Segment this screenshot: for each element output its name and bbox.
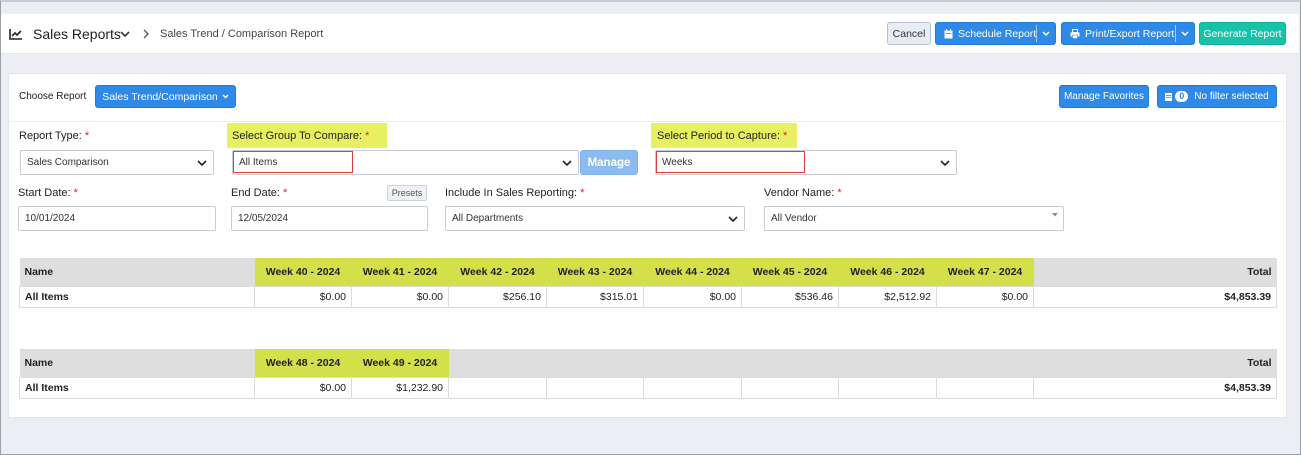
chevron-down-icon[interactable]	[1042, 31, 1050, 37]
caret-down-icon	[1052, 213, 1058, 217]
group-compare-label: Select Group To Compare: *	[232, 130, 370, 142]
sales-table-week-48-49: Name Week 48 - 2024 Week 49 - 2024 Total…	[19, 349, 1277, 399]
line-chart-icon	[9, 14, 23, 54]
filter-status-text: No filter selected	[1194, 91, 1269, 102]
value-cell: $0.00	[351, 285, 449, 308]
column-header-week: Week 45 - 2024	[741, 258, 839, 286]
print-export-label: Print/Export Report	[1085, 27, 1175, 40]
value-cell: $536.46	[741, 285, 839, 308]
value-cell: $0.00	[936, 285, 1034, 308]
manage-favorites-button[interactable]: Manage Favorites	[1059, 85, 1149, 108]
page-title: Sales Reports	[33, 26, 121, 42]
calendar-icon	[944, 28, 953, 39]
value-cell	[546, 376, 644, 399]
report-card: Choose Report Sales Trend/Comparison Man…	[8, 73, 1288, 418]
total-cell: $4,853.39	[1033, 376, 1277, 399]
value-cell: $2,512.92	[838, 285, 937, 308]
column-header-name: Name	[19, 258, 255, 286]
filter-count-badge: 0	[1175, 91, 1189, 102]
filter-icon	[1165, 92, 1173, 101]
column-header-week	[546, 349, 644, 377]
column-header-week	[448, 349, 547, 377]
schedule-report-label: Schedule Report	[958, 27, 1037, 40]
period-label: Select Period to Capture: *	[657, 130, 788, 142]
schedule-report-button[interactable]: Schedule Report	[935, 22, 1056, 45]
column-header-week: Week 46 - 2024	[838, 258, 937, 286]
row-name-cell: All Items	[19, 285, 255, 308]
choose-report-button-label: Sales Trend/Comparison	[102, 90, 218, 103]
divider	[9, 121, 1288, 122]
vendor-select[interactable]: All Vendor	[764, 206, 1064, 231]
vendor-label: Vendor Name: *	[764, 187, 842, 199]
chevron-down-icon	[940, 159, 950, 170]
printer-icon	[1070, 28, 1080, 39]
chevron-right-icon	[143, 14, 149, 54]
chevron-down-icon[interactable]	[1181, 31, 1189, 37]
column-header-week: Week 40 - 2024	[254, 258, 352, 286]
value-cell	[838, 376, 937, 399]
value-cell	[741, 376, 839, 399]
column-header-week: Week 48 - 2024	[254, 349, 352, 377]
total-cell: $4,853.39	[1033, 285, 1277, 308]
value-cell: $0.00	[254, 285, 352, 308]
value-cell: $0.00	[643, 285, 742, 308]
column-header-week: Week 44 - 2024	[643, 258, 742, 286]
column-header-week: Week 49 - 2024	[351, 349, 449, 377]
end-date-input[interactable]: 12/05/2024	[231, 206, 428, 231]
row-name-cell: All Items	[19, 376, 255, 399]
manage-button[interactable]: Manage	[580, 150, 638, 175]
column-header-week: Week 42 - 2024	[448, 258, 547, 286]
breadcrumb: Sales Trend / Comparison Report	[160, 28, 324, 40]
value-cell: $0.00	[254, 376, 352, 399]
column-header-week: Week 41 - 2024	[351, 258, 449, 286]
filter-status-button[interactable]: 0 No filter selected	[1157, 85, 1277, 108]
column-header-week	[838, 349, 937, 377]
chevron-down-icon	[222, 94, 229, 99]
value-cell	[448, 376, 547, 399]
start-date-input[interactable]: 10/01/2024	[18, 206, 216, 231]
column-header-week	[741, 349, 839, 377]
column-header-name: Name	[19, 349, 255, 377]
sales-table-week-40-47: Name Week 40 - 2024 Week 41 - 2024 Week …	[19, 258, 1277, 308]
choose-report-label: Choose Report	[19, 91, 87, 102]
chevron-down-icon	[562, 159, 572, 170]
table-row: All Items $0.00 $1,232.90 $4,853.39	[19, 376, 1277, 399]
column-header-total: Total	[1033, 258, 1277, 286]
generate-report-button[interactable]: Generate Report	[1199, 22, 1286, 45]
chevron-down-icon[interactable]	[120, 14, 130, 54]
value-cell: $256.10	[448, 285, 547, 308]
value-cell: $1,232.90	[351, 376, 449, 399]
column-header-week: Week 43 - 2024	[546, 258, 644, 286]
report-type-select[interactable]: Sales Comparison	[20, 150, 214, 175]
end-date-label: End Date: *	[231, 187, 288, 199]
include-sales-label: Include In Sales Reporting: *	[445, 187, 585, 199]
presets-button[interactable]: Presets	[387, 185, 427, 201]
column-header-total: Total	[1033, 349, 1277, 377]
annotation-box	[233, 151, 353, 173]
table-row: All Items $0.00 $0.00 $256.10 $315.01 $0…	[19, 285, 1277, 308]
value-cell	[643, 376, 742, 399]
report-type-label: Report Type: *	[19, 130, 90, 142]
start-date-label: Start Date: *	[18, 187, 78, 199]
column-header-week	[643, 349, 742, 377]
cancel-button[interactable]: Cancel	[887, 22, 931, 45]
top-bar: Sales Reports Sales Trend / Comparison R…	[1, 14, 1299, 54]
print-export-button[interactable]: Print/Export Report	[1061, 22, 1195, 45]
annotation-box	[656, 151, 805, 173]
chevron-down-icon	[197, 159, 207, 170]
column-header-week	[936, 349, 1034, 377]
include-sales-select[interactable]: All Departments	[445, 206, 745, 231]
choose-report-button[interactable]: Sales Trend/Comparison	[95, 85, 236, 108]
value-cell: $315.01	[546, 285, 644, 308]
chevron-down-icon	[728, 215, 738, 226]
value-cell	[936, 376, 1034, 399]
column-header-week: Week 47 - 2024	[936, 258, 1034, 286]
